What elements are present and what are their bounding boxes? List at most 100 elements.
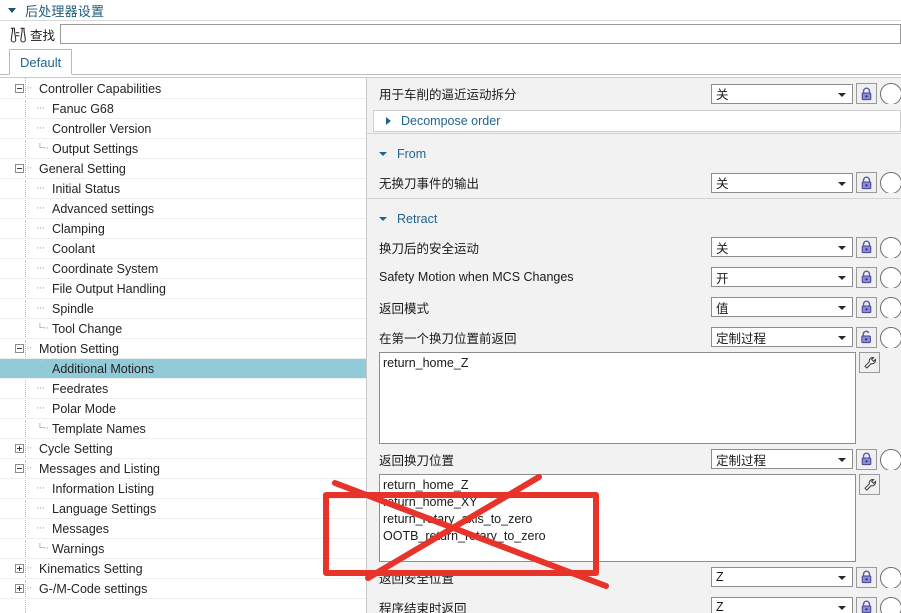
help-circle-button[interactable] xyxy=(880,266,901,288)
tab-default[interactable]: Default xyxy=(9,49,73,75)
tree-connector: ··· xyxy=(36,383,45,394)
tree-item-label: Spindle xyxy=(52,301,94,316)
lock-closed-icon-button[interactable] xyxy=(856,236,877,258)
chevron-down-icon xyxy=(838,576,846,580)
tree-connector: ··· xyxy=(36,303,45,314)
row-turning-decompose: 用于车削的逼近运动拆分 关 xyxy=(367,78,901,109)
tree-connector: ··· xyxy=(36,483,45,494)
help-circle-button[interactable] xyxy=(880,326,901,348)
tree-item-label: Controller Version xyxy=(52,121,152,136)
section-from[interactable]: From xyxy=(367,141,901,167)
settings-tree[interactable]: ·· Controller Capabilities ··· Fanuc G68 ···… xyxy=(0,77,367,613)
dropdown-value: 关 xyxy=(716,177,729,191)
safety-mcs-changes-dropdown[interactable]: 开 xyxy=(711,267,853,287)
tree-item-template-names[interactable]: └·· Template Names xyxy=(0,419,366,439)
tree-item-label: Tool Change xyxy=(52,321,123,336)
tree-connector: ··· xyxy=(36,283,45,294)
binoculars-icon xyxy=(10,27,26,43)
tree-item-feedrates[interactable]: ··· Feedrates xyxy=(0,379,366,399)
tree-item-clamping[interactable]: ··· Clamping xyxy=(0,219,366,239)
tree-item-coolant[interactable]: ··· Coolant xyxy=(0,239,366,259)
tree-item-coordinate-system[interactable]: ··· Coordinate System xyxy=(0,259,366,279)
tree-item-language-settings[interactable]: ··· Language Settings xyxy=(0,499,366,519)
lock-closed-icon-button[interactable] xyxy=(856,172,877,193)
lock-closed-icon-button[interactable] xyxy=(856,448,877,470)
lock-closed-icon-button[interactable] xyxy=(856,83,877,104)
tree-item-polar-mode[interactable]: ··· Polar Mode xyxy=(0,399,366,419)
tree-item-fanuc-g68[interactable]: ··· Fanuc G68 xyxy=(0,99,366,119)
tree-item-label: Controller Capabilities xyxy=(39,81,162,96)
tree-item-messages-and-listing[interactable]: ·· Messages and Listing xyxy=(0,459,366,479)
collapse-icon[interactable] xyxy=(15,84,24,93)
editor-before-first-toolchange[interactable]: return_home_Z xyxy=(379,352,856,444)
triangle-down-icon[interactable] xyxy=(8,7,16,13)
tree-item-initial-status[interactable]: ··· Initial Status xyxy=(0,179,366,199)
lock-closed-icon-button[interactable] xyxy=(856,266,877,288)
tree-item-cycle-setting[interactable]: ·· Cycle Setting xyxy=(0,439,366,459)
row-label: 返回模式 xyxy=(379,301,430,316)
section-label: Retract xyxy=(397,212,438,226)
triangle-down-icon xyxy=(379,152,387,156)
tree-item-controller-version[interactable]: ··· Controller Version xyxy=(0,119,366,139)
collapse-icon[interactable] xyxy=(15,464,24,473)
lock-open-icon-button[interactable] xyxy=(856,326,877,348)
help-circle-button[interactable] xyxy=(880,83,901,104)
collapse-icon[interactable] xyxy=(15,164,24,173)
tree-item-general-setting[interactable]: ·· General Setting xyxy=(0,159,366,179)
no-toolchange-output-dropdown[interactable]: 关 xyxy=(711,172,853,193)
wrench-icon-button[interactable] xyxy=(859,474,880,495)
editor-return-toolchange-pos[interactable]: return_home_Z return_home_XY return_rota… xyxy=(379,474,856,562)
tree-item-advanced-settings[interactable]: ··· Advanced settings xyxy=(0,199,366,219)
tree-item-label: Fanuc G68 xyxy=(52,101,114,116)
tree-item-file-output-handling[interactable]: ··· File Output Handling xyxy=(0,279,366,299)
tree-connector: └·· xyxy=(36,543,49,554)
expand-icon[interactable] xyxy=(15,584,24,593)
dropdown-value: Z xyxy=(716,600,724,613)
tree-item-spindle[interactable]: ··· Spindle xyxy=(0,299,366,319)
tree-item-warnings[interactable]: └·· Warnings xyxy=(0,539,366,559)
tree-item-messages[interactable]: ··· Messages xyxy=(0,519,366,539)
main-split: ·· Controller Capabilities ··· Fanuc G68 ···… xyxy=(0,77,901,613)
lock-closed-icon-button[interactable] xyxy=(856,296,877,318)
lock-closed-icon-button[interactable] xyxy=(856,566,877,588)
tree-item-label: Motion Setting xyxy=(39,341,119,356)
help-circle-button[interactable] xyxy=(880,172,901,193)
return-safe-pos-dropdown[interactable]: Z xyxy=(711,567,853,587)
settings-panel: 用于车削的逼近运动拆分 关 Decompose order From 无换刀事件… xyxy=(367,77,901,613)
section-retract[interactable]: Retract xyxy=(367,206,901,232)
tree-item-tool-change[interactable]: └·· Tool Change xyxy=(0,319,366,339)
tree-item-kinematics-setting[interactable]: ·· Kinematics Setting xyxy=(0,559,366,579)
help-circle-button[interactable] xyxy=(880,448,901,470)
tree-connector: ··· xyxy=(36,243,45,254)
tree-item-controller-capabilities[interactable]: ·· Controller Capabilities xyxy=(0,79,366,99)
tree-item-g-m-code-settings[interactable]: ·· G-/M-Code settings xyxy=(0,579,366,599)
help-circle-button[interactable] xyxy=(880,566,901,588)
row-label: 返回换刀位置 xyxy=(379,453,455,468)
safety-after-toolchange-dropdown[interactable]: 关 xyxy=(711,237,853,257)
tree-item-information-listing[interactable]: ··· Information Listing xyxy=(0,479,366,499)
help-circle-button[interactable] xyxy=(880,596,901,613)
collapse-icon[interactable] xyxy=(15,344,24,353)
tree-item-additional-motions[interactable]: ··· Additional Motions xyxy=(0,359,366,379)
turning-decompose-dropdown[interactable]: 关 xyxy=(711,83,853,104)
return-at-program-end-dropdown[interactable]: Z xyxy=(711,597,853,613)
tree-item-motion-setting[interactable]: ·· Motion Setting xyxy=(0,339,366,359)
lock-closed-icon-button[interactable] xyxy=(856,596,877,613)
subrow-decompose-order[interactable]: Decompose order xyxy=(373,110,901,132)
tree-item-label: Coordinate System xyxy=(52,261,159,276)
expand-icon[interactable] xyxy=(15,444,24,453)
tree-item-output-settings[interactable]: └·· Output Settings xyxy=(0,139,366,159)
find-input[interactable] xyxy=(60,24,901,44)
return-before-first-toolchange-dropdown[interactable]: 定制过程 xyxy=(711,327,853,347)
expand-icon[interactable] xyxy=(15,564,24,573)
help-circle-button[interactable] xyxy=(880,296,901,318)
row-label: 在第一个换刀位置前返回 xyxy=(379,331,517,346)
chevron-down-icon xyxy=(838,92,846,97)
return-mode-dropdown[interactable]: 值 xyxy=(711,297,853,317)
row-return-mode: 返回模式 值 xyxy=(367,292,901,322)
help-circle-button[interactable] xyxy=(880,236,901,258)
return-toolchange-pos-dropdown[interactable]: 定制过程 xyxy=(711,449,853,469)
chevron-down-icon xyxy=(838,336,846,340)
wrench-icon-button[interactable] xyxy=(859,352,880,373)
tree-connector: ·· xyxy=(26,583,32,594)
